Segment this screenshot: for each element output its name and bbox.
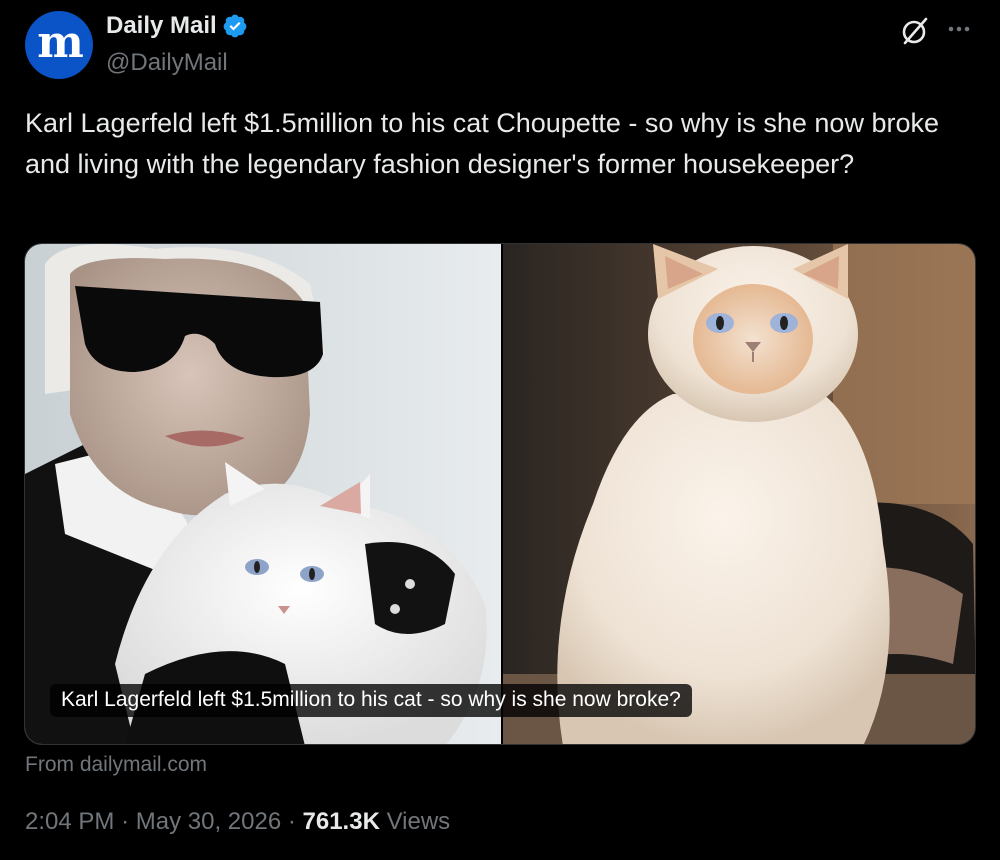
more-options-icon[interactable]: [944, 16, 974, 42]
author-display-name[interactable]: Daily Mail: [106, 12, 217, 40]
daily-mail-logo: m: [37, 17, 84, 68]
author-name-row[interactable]: Daily Mail: [106, 12, 248, 40]
grok-icon[interactable]: [898, 14, 932, 48]
meta-separator: ·: [121, 808, 130, 835]
views-label: Views: [386, 808, 451, 835]
tweet-date[interactable]: May 30, 2026: [136, 808, 281, 835]
tweet-text: Karl Lagerfeld left $1.5million to his c…: [25, 108, 939, 179]
avatar[interactable]: m: [25, 11, 93, 79]
tweet: m Daily Mail @DailyMail Karl Lagerfeld l…: [0, 0, 1000, 860]
author-handle[interactable]: @DailyMail: [106, 49, 228, 77]
media-caption: Karl Lagerfeld left $1.5million to his c…: [50, 684, 692, 717]
link-source[interactable]: From dailymail.com: [25, 753, 207, 777]
tweet-time[interactable]: 2:04 PM: [25, 808, 114, 835]
verified-badge-icon: [223, 14, 247, 38]
tweet-meta: 2:04 PM · May 30, 2026 · 761.3K Views: [25, 808, 450, 836]
views-count: 761.3K: [302, 808, 380, 835]
karl-lagerfeld-with-cat-image: [25, 244, 501, 744]
link-card-media[interactable]: Karl Lagerfeld left $1.5million to his c…: [24, 243, 976, 745]
choupette-cat-image: [503, 244, 975, 744]
meta-separator-2: ·: [287, 808, 296, 835]
